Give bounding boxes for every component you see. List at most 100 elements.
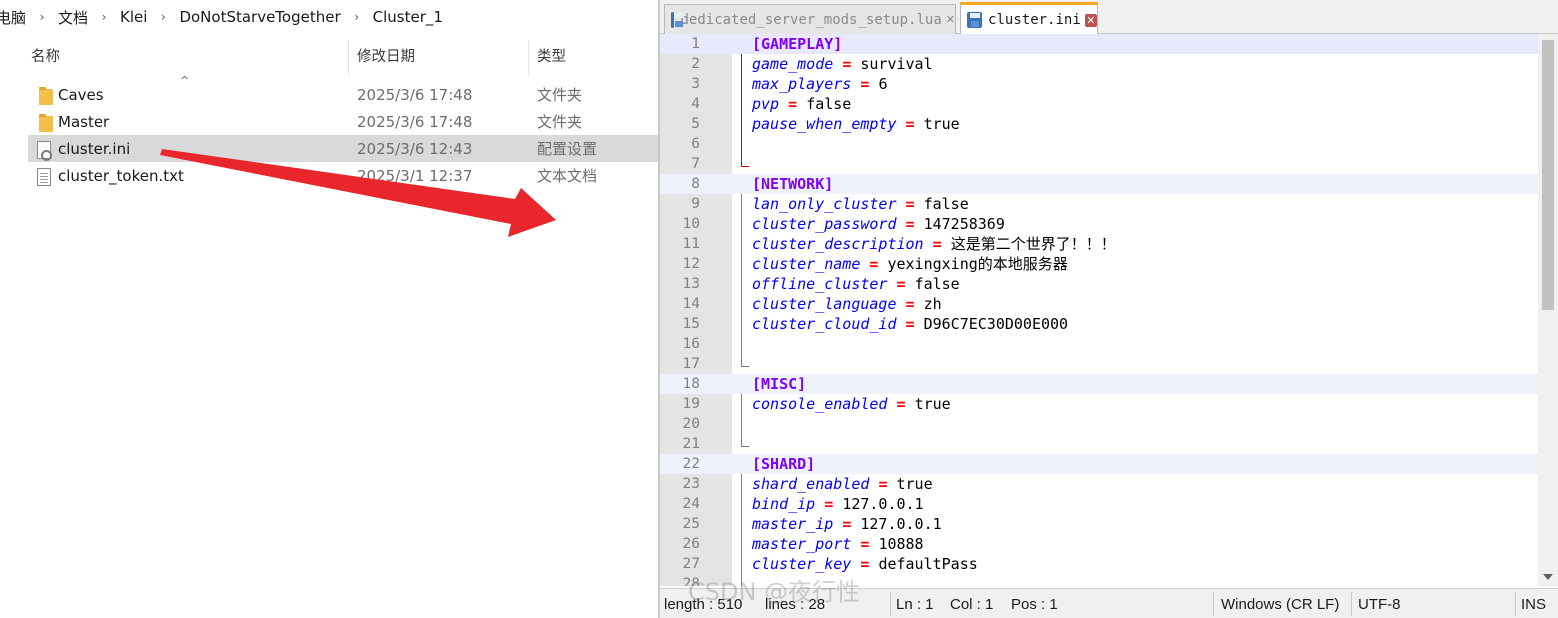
section-name: [GAMEPLAY] xyxy=(752,35,843,53)
code-line[interactable]: 20 xyxy=(660,414,1538,434)
config-value: true xyxy=(923,115,960,133)
code-line[interactable]: 15 cluster_cloud_id = D96C7EC30D00E000 xyxy=(660,314,1538,334)
breadcrumb-item-cluster[interactable]: Cluster_1 xyxy=(367,8,449,26)
file-row-master[interactable]: Master 2025/3/6 17:48 文件夹 xyxy=(28,108,660,135)
column-divider[interactable] xyxy=(348,40,349,76)
code-line[interactable]: 16 xyxy=(660,334,1538,354)
tab-cluster-ini[interactable]: cluster.ini ✕ xyxy=(960,2,1098,35)
config-value: false xyxy=(923,195,969,213)
status-insert-mode[interactable]: INS xyxy=(1521,596,1546,613)
code-line[interactable]: 6 xyxy=(660,134,1538,154)
assign-operator: = xyxy=(905,115,915,133)
assign-operator: = xyxy=(896,275,906,293)
close-icon[interactable]: ✕ xyxy=(1084,13,1097,27)
assign-operator: = xyxy=(905,295,915,313)
code-line[interactable]: 2 game_mode = survival xyxy=(660,54,1538,74)
section-name: [NETWORK] xyxy=(752,175,834,193)
chevron-right-icon[interactable]: › xyxy=(347,10,367,24)
config-key: master_port xyxy=(752,535,852,553)
tab-dedicated-server-mods-setup[interactable]: dedicated_server_mods_setup.lua ✕ xyxy=(664,4,956,34)
line-number: 16 xyxy=(682,336,700,352)
line-number: 14 xyxy=(682,296,700,312)
code-line[interactable]: 3 max_players = 6 xyxy=(660,74,1538,94)
code-line[interactable]: 8 [NETWORK] xyxy=(660,174,1538,194)
chevron-right-icon[interactable]: › xyxy=(32,10,52,24)
config-value: yexingxing的本地服务器 xyxy=(887,255,1068,273)
vertical-scrollbar[interactable] xyxy=(1538,34,1558,586)
config-key: cluster_password xyxy=(752,215,897,233)
file-row-cluster-token[interactable]: cluster_token.txt 2025/3/1 12:37 文本文档 xyxy=(28,162,660,189)
code-line[interactable]: 5 pause_when_empty = true xyxy=(660,114,1538,134)
line-text: max_players = 6 xyxy=(752,74,887,94)
saved-file-icon xyxy=(671,11,687,28)
code-line[interactable]: 12 cluster_name = yexingxing的本地服务器 xyxy=(660,254,1538,274)
line-text: cluster_key = defaultPass xyxy=(752,554,978,574)
file-date: 2025/3/6 17:48 xyxy=(357,85,473,104)
assign-operator: = xyxy=(905,215,915,233)
code-line[interactable]: 11 cluster_description = 这是第二个世界了！！！ xyxy=(660,234,1538,254)
file-date: 2025/3/6 17:48 xyxy=(357,112,473,131)
close-icon[interactable]: ✕ xyxy=(946,13,955,26)
column-header-type[interactable]: 类型 xyxy=(537,36,566,80)
status-divider xyxy=(1351,592,1352,616)
line-number: 26 xyxy=(682,536,700,552)
line-number: 24 xyxy=(682,496,700,512)
config-key: lan_only_cluster xyxy=(752,195,897,213)
file-row-caves[interactable]: Caves 2025/3/6 17:48 文件夹 xyxy=(28,81,660,108)
assign-operator: = xyxy=(905,315,915,333)
code-line[interactable]: 24 bind_ip = 127.0.0.1 xyxy=(660,494,1538,514)
config-value: true xyxy=(896,475,933,493)
code-line[interactable]: 26 master_port = 10888 xyxy=(660,534,1538,554)
code-line[interactable]: 22 [SHARD] xyxy=(660,454,1538,474)
line-number: 18 xyxy=(682,376,700,392)
line-number: 17 xyxy=(682,356,700,372)
line-number: 2 xyxy=(691,56,700,72)
code-editor[interactable]: 1 [GAMEPLAY] 2 game_mode = survival 3 max_pla… xyxy=(660,34,1558,586)
column-header-name[interactable]: 名称 xyxy=(31,36,60,80)
code-line[interactable]: 14 cluster_language = zh xyxy=(660,294,1538,314)
code-line[interactable]: 1 [GAMEPLAY] xyxy=(660,34,1538,54)
breadcrumb-item-documents[interactable]: 文档 xyxy=(52,7,94,28)
breadcrumb-item-pc[interactable]: 电脑 xyxy=(0,7,32,28)
config-key: pause_when_empty xyxy=(752,115,897,133)
status-eol[interactable]: Windows (CR LF) xyxy=(1221,596,1339,613)
config-key: pvp xyxy=(752,95,780,113)
status-encoding[interactable]: UTF-8 xyxy=(1358,596,1401,613)
scroll-down-icon[interactable] xyxy=(1543,574,1553,580)
line-number: 19 xyxy=(682,396,700,412)
column-divider[interactable] xyxy=(528,40,529,76)
column-header-date[interactable]: 修改日期 xyxy=(357,36,415,80)
code-line[interactable]: 18 [MISC] xyxy=(660,374,1538,394)
file-row-cluster-ini[interactable]: cluster.ini 2025/3/6 12:43 配置设置 xyxy=(28,135,660,162)
breadcrumb-item-dst[interactable]: DoNotStarveTogether xyxy=(173,8,346,26)
file-date: 2025/3/6 12:43 xyxy=(357,139,473,158)
ini-file-icon xyxy=(32,140,52,161)
assign-operator: = xyxy=(932,235,942,253)
code-line[interactable]: 7 xyxy=(660,154,1538,174)
code-line[interactable]: 23 shard_enabled = true xyxy=(660,474,1538,494)
code-line[interactable]: 19 console_enabled = true xyxy=(660,394,1538,414)
code-line[interactable]: 13 offline_cluster = false xyxy=(660,274,1538,294)
line-number: 10 xyxy=(682,216,700,232)
code-line[interactable]: 27 cluster_key = defaultPass xyxy=(660,554,1538,574)
scrollbar-thumb[interactable] xyxy=(1542,40,1554,310)
line-number: 4 xyxy=(691,96,700,112)
status-ln: Ln : 1 xyxy=(896,596,934,613)
breadcrumb-item-klei[interactable]: Klei xyxy=(114,8,153,26)
code-line[interactable]: 17 xyxy=(660,354,1538,374)
code-line[interactable]: 9 lan_only_cluster = false xyxy=(660,194,1538,214)
saved-file-icon xyxy=(967,12,983,28)
text-file-icon xyxy=(32,167,51,186)
line-number: 22 xyxy=(682,456,700,472)
code-line[interactable]: 21 xyxy=(660,434,1538,454)
line-number: 27 xyxy=(682,556,700,572)
code-line[interactable]: 4 pvp = false xyxy=(660,94,1538,114)
code-line[interactable]: 10 cluster_password = 147258369 xyxy=(660,214,1538,234)
chevron-right-icon[interactable]: › xyxy=(153,10,173,24)
chevron-right-icon[interactable]: › xyxy=(94,10,114,24)
line-text: cluster_password = 147258369 xyxy=(752,214,1005,234)
file-type: 配置设置 xyxy=(537,140,598,158)
code-line[interactable]: 25 master_ip = 127.0.0.1 xyxy=(660,514,1538,534)
line-number: 15 xyxy=(682,316,700,332)
line-number: 23 xyxy=(682,476,700,492)
